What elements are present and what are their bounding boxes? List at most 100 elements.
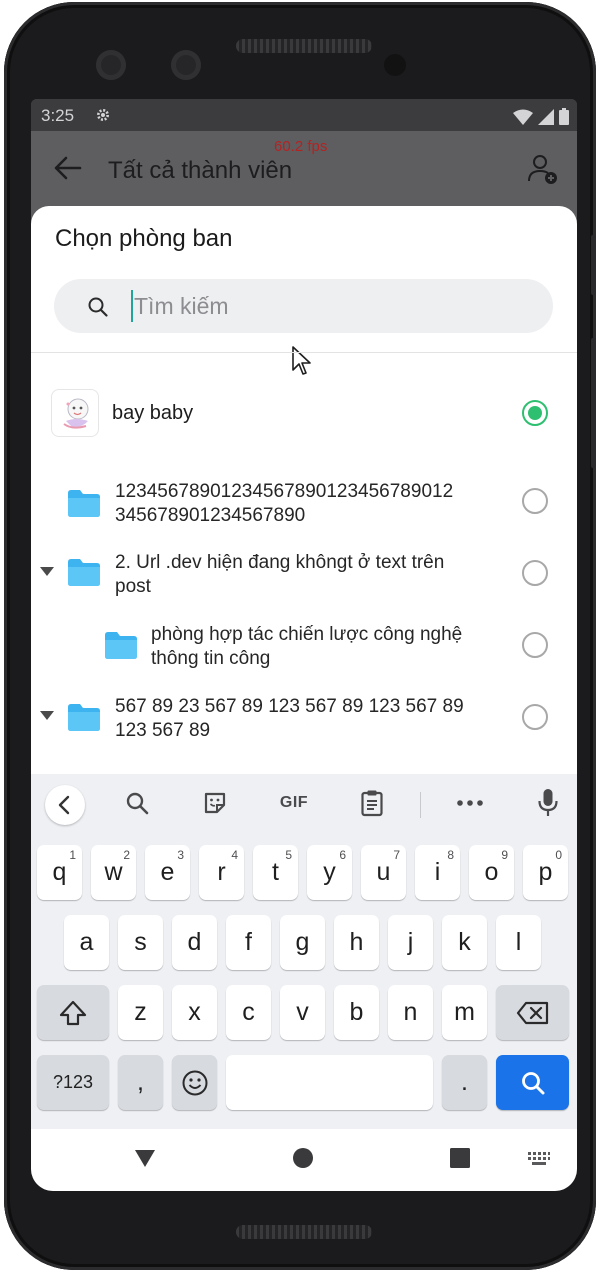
key-letter: k xyxy=(458,928,471,956)
department-radio[interactable] xyxy=(522,560,548,586)
organization-radio[interactable] xyxy=(522,400,548,426)
key-letter: w xyxy=(104,858,123,886)
department-picker-sheet: Chọn phòng ban Tìm kiếm bay baby 1234567… xyxy=(31,206,577,774)
wifi-icon xyxy=(513,109,533,125)
key-letter: i xyxy=(434,858,441,886)
expand-caret-icon[interactable] xyxy=(40,567,54,577)
space-bar[interactable] xyxy=(226,1055,433,1110)
key-letter: g xyxy=(295,928,310,956)
period-key-label: . xyxy=(461,1068,468,1096)
key-h[interactable]: h xyxy=(334,915,379,970)
power-button xyxy=(591,235,596,295)
key-letter: q xyxy=(52,858,67,886)
divider xyxy=(31,352,577,353)
department-row[interactable]: 12345678901234567890123456789012 3456789… xyxy=(31,476,577,536)
key-a[interactable]: a xyxy=(64,915,109,970)
backspace-key[interactable] xyxy=(496,985,569,1040)
folder-icon xyxy=(68,490,100,517)
key-t[interactable]: t5 xyxy=(253,845,298,900)
folder-icon xyxy=(105,632,137,659)
keyboard-toolbar: GIF xyxy=(31,774,577,834)
search-input[interactable] xyxy=(134,279,534,333)
keyboard-switch-icon[interactable] xyxy=(527,1151,551,1167)
key-y[interactable]: y6 xyxy=(307,845,352,900)
key-j[interactable]: j xyxy=(388,915,433,970)
shift-arrow-icon xyxy=(59,1000,87,1025)
key-f[interactable]: f xyxy=(226,915,271,970)
key-e[interactable]: e3 xyxy=(145,845,190,900)
key-letter: d xyxy=(187,928,202,956)
gif-button[interactable]: GIF xyxy=(276,788,312,818)
department-row[interactable]: 567 89 23 567 89 123 567 89 123 567 89 1… xyxy=(31,693,577,753)
key-v[interactable]: v xyxy=(280,985,325,1040)
department-radio[interactable] xyxy=(522,632,548,658)
symbols-key[interactable]: ?123 xyxy=(37,1055,109,1110)
key-letter: e xyxy=(160,858,175,886)
folder-icon xyxy=(68,559,100,586)
organization-row[interactable]: bay baby xyxy=(31,386,577,442)
settings-gear-icon xyxy=(97,109,109,121)
key-k[interactable]: k xyxy=(442,915,487,970)
sticker-icon xyxy=(204,792,226,814)
keyboard-collapse-button[interactable] xyxy=(45,785,85,825)
add-user-icon[interactable] xyxy=(527,153,559,185)
keyboard-search-button[interactable] xyxy=(122,788,152,818)
front-camera-left xyxy=(96,50,126,80)
proximity-sensor xyxy=(384,54,406,76)
emoji-icon xyxy=(182,1070,207,1095)
key-letter: a xyxy=(79,928,94,956)
more-horizontal-icon xyxy=(457,800,483,806)
sheet-title: Chọn phòng ban xyxy=(55,225,233,252)
department-radio[interactable] xyxy=(522,704,548,730)
back-arrow-icon[interactable] xyxy=(53,155,83,181)
soft-keyboard: GIF ?123 , . q 1 w 2 e 3 r 4 t 5 y 6 u 7… xyxy=(31,774,577,1129)
key-number-hint: 2 xyxy=(123,848,130,862)
volume-button xyxy=(591,338,596,468)
department-radio[interactable] xyxy=(522,488,548,514)
key-w[interactable]: w2 xyxy=(91,845,136,900)
more-options-button[interactable] xyxy=(455,788,485,818)
fps-overlay: 60.2 fps xyxy=(274,138,328,155)
period-key[interactable]: . xyxy=(442,1055,487,1110)
department-label: phòng hợp tác chiến lược công nghệ thông… xyxy=(151,624,463,669)
key-z[interactable]: z xyxy=(118,985,163,1040)
key-i[interactable]: i8 xyxy=(415,845,460,900)
organization-name: bay baby xyxy=(112,402,194,424)
key-m[interactable]: m xyxy=(442,985,487,1040)
nav-recents-icon[interactable] xyxy=(449,1147,471,1169)
comma-key[interactable]: , xyxy=(118,1055,163,1110)
screen: 3:25 Tất cả thành viên 60.2 fps Chọn phò… xyxy=(31,99,577,1191)
shift-key[interactable] xyxy=(37,985,109,1040)
key-q[interactable]: q1 xyxy=(37,845,82,900)
key-s[interactable]: s xyxy=(118,915,163,970)
key-letter: r xyxy=(217,858,226,886)
expand-caret-icon[interactable] xyxy=(40,711,54,721)
app-bar: Tất cả thành viên 60.2 fps xyxy=(31,131,577,205)
clipboard-icon xyxy=(361,790,383,817)
key-n[interactable]: n xyxy=(388,985,433,1040)
key-r[interactable]: r4 xyxy=(199,845,244,900)
key-letter: n xyxy=(403,998,418,1026)
search-action-key[interactable] xyxy=(496,1055,569,1110)
key-b[interactable]: b xyxy=(334,985,379,1040)
key-letter: p xyxy=(538,858,553,886)
department-label: 12345678901234567890123456789012 3456789… xyxy=(115,481,454,526)
department-row[interactable]: 2. Url .dev hiện đang khôngt ở text trên… xyxy=(31,549,577,609)
key-d[interactable]: d xyxy=(172,915,217,970)
department-row[interactable]: phòng hợp tác chiến lược công nghệ thông… xyxy=(31,621,577,681)
key-p[interactable]: p0 xyxy=(523,845,568,900)
key-g[interactable]: g xyxy=(280,915,325,970)
voice-input-button[interactable] xyxy=(533,788,563,818)
clipboard-button[interactable] xyxy=(357,788,387,818)
emoji-key[interactable] xyxy=(172,1055,217,1110)
nav-back-icon[interactable] xyxy=(133,1148,157,1168)
key-c[interactable]: c xyxy=(226,985,271,1040)
key-x[interactable]: x xyxy=(172,985,217,1040)
key-u[interactable]: u7 xyxy=(361,845,406,900)
key-o[interactable]: o9 xyxy=(469,845,514,900)
sticker-button[interactable] xyxy=(200,788,230,818)
search-box[interactable] xyxy=(54,279,553,333)
key-number-hint: 0 xyxy=(555,848,562,862)
nav-home-icon[interactable] xyxy=(292,1147,314,1169)
key-l[interactable]: l xyxy=(496,915,541,970)
